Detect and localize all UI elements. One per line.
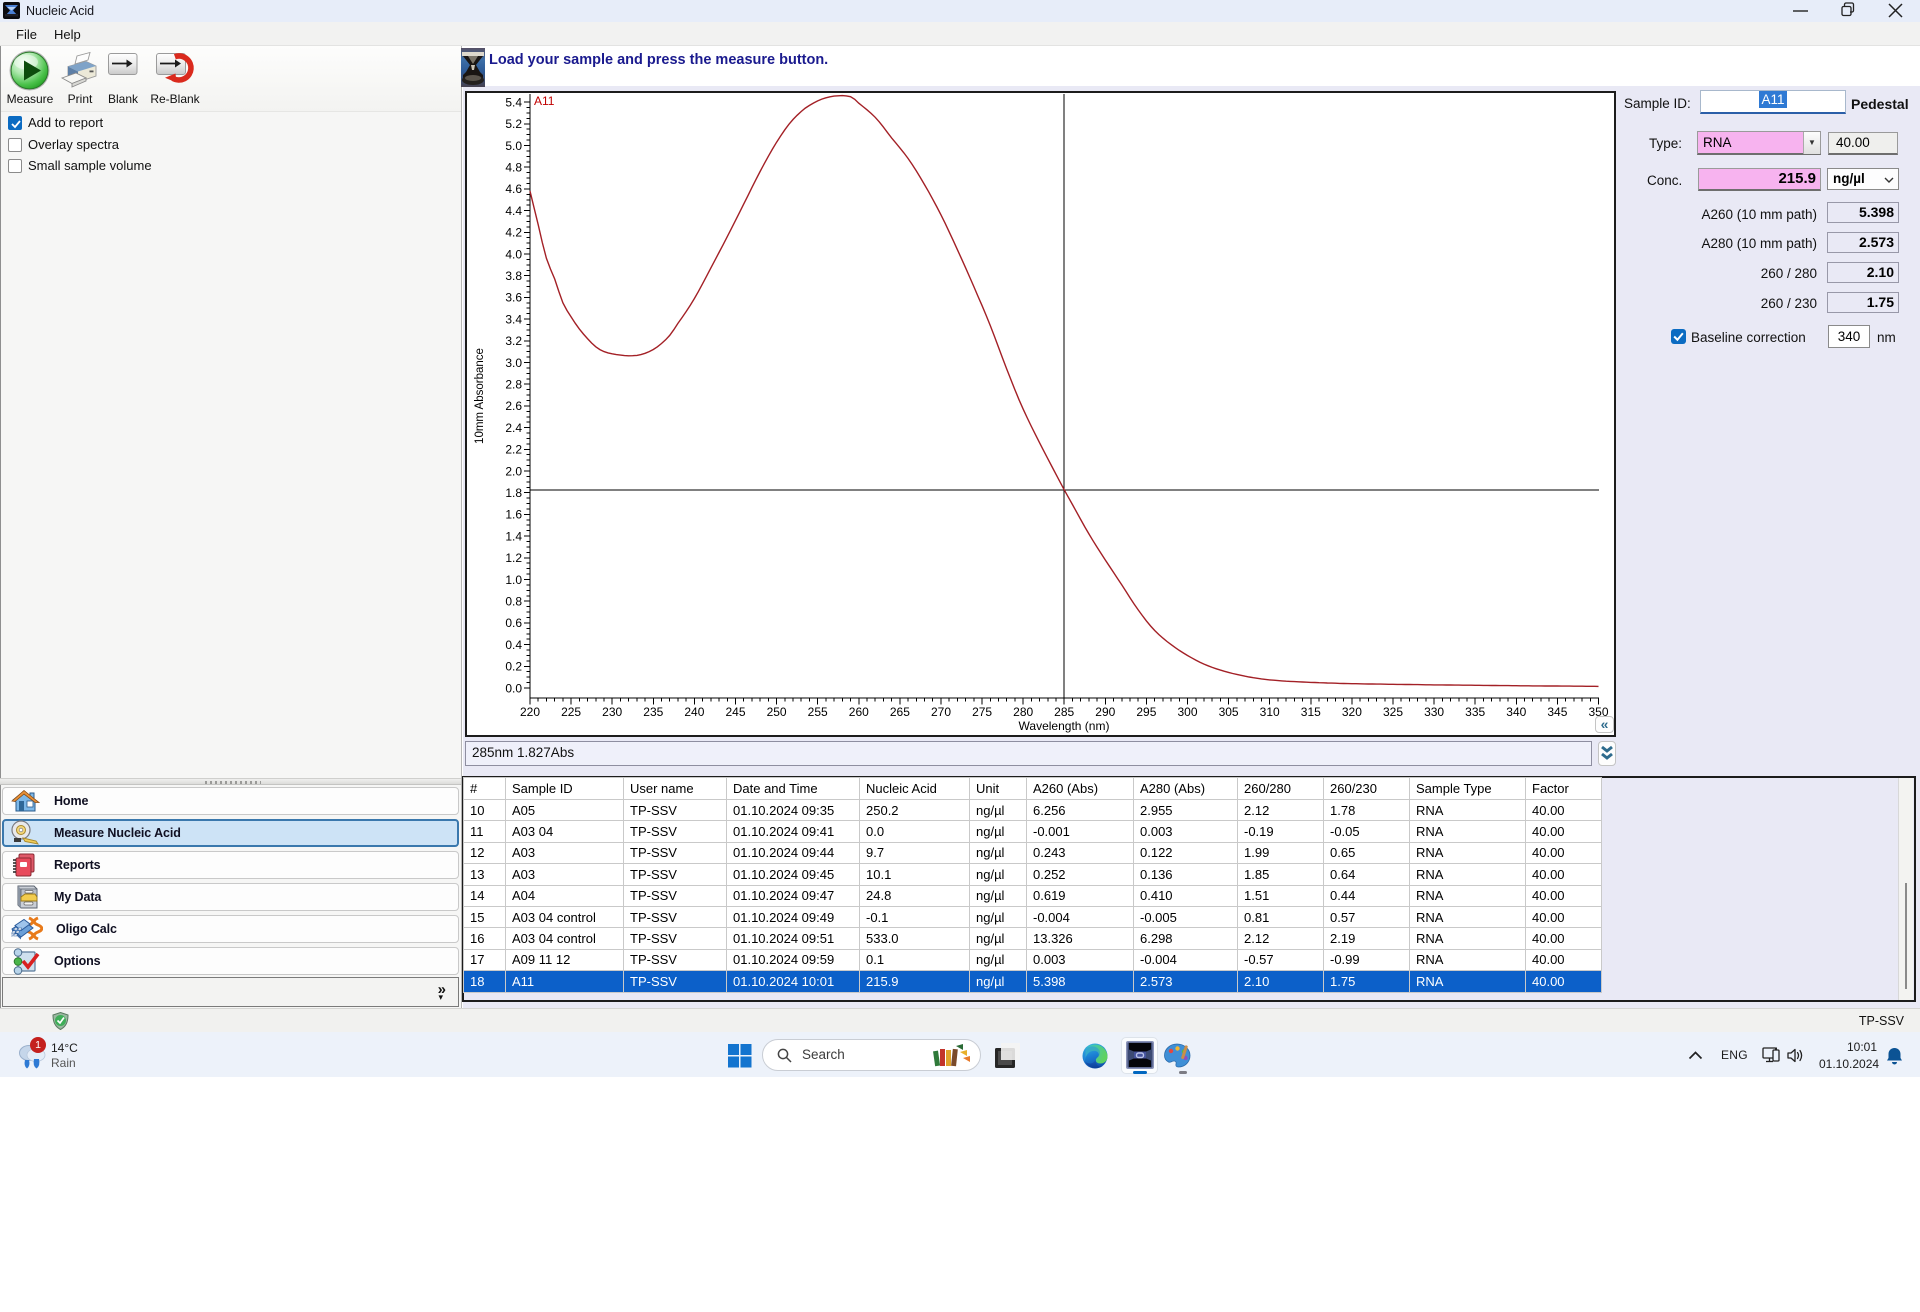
svg-text:310: 310	[1260, 705, 1280, 719]
svg-text:2.8: 2.8	[505, 378, 522, 392]
svg-text:Wavelength (nm): Wavelength (nm)	[1019, 719, 1110, 733]
svg-text:1.0: 1.0	[505, 573, 522, 587]
svg-text:4.6: 4.6	[505, 182, 522, 196]
svg-text:A11: A11	[534, 94, 555, 108]
svg-text:0.2: 0.2	[505, 660, 522, 674]
svg-text:275: 275	[972, 705, 992, 719]
svg-text:315: 315	[1301, 705, 1321, 719]
svg-text:4.0: 4.0	[505, 247, 522, 261]
svg-text:3.4: 3.4	[505, 312, 522, 326]
svg-text:2.2: 2.2	[505, 443, 522, 457]
svg-text:4.2: 4.2	[505, 226, 522, 240]
svg-text:3.8: 3.8	[505, 269, 522, 283]
svg-text:2.6: 2.6	[505, 399, 522, 413]
svg-text:225: 225	[561, 705, 581, 719]
svg-text:0.8: 0.8	[505, 595, 522, 609]
svg-text:295: 295	[1136, 705, 1156, 719]
svg-text:300: 300	[1177, 705, 1197, 719]
svg-text:260: 260	[849, 705, 869, 719]
svg-text:250: 250	[767, 705, 787, 719]
svg-text:2.0: 2.0	[505, 464, 522, 478]
svg-text:285: 285	[1054, 705, 1074, 719]
svg-text:265: 265	[890, 705, 910, 719]
svg-text:325: 325	[1383, 705, 1403, 719]
svg-text:255: 255	[808, 705, 828, 719]
svg-text:335: 335	[1465, 705, 1485, 719]
svg-text:1.4: 1.4	[505, 529, 522, 543]
svg-text:240: 240	[684, 705, 704, 719]
svg-text:5.0: 5.0	[505, 139, 522, 153]
svg-text:235: 235	[643, 705, 663, 719]
svg-text:3.6: 3.6	[505, 291, 522, 305]
svg-text:5.2: 5.2	[505, 117, 522, 131]
svg-text:280: 280	[1013, 705, 1033, 719]
svg-text:330: 330	[1424, 705, 1444, 719]
svg-text:1.6: 1.6	[505, 508, 522, 522]
svg-text:245: 245	[725, 705, 745, 719]
svg-text:270: 270	[931, 705, 951, 719]
svg-text:340: 340	[1506, 705, 1526, 719]
svg-text:0.0: 0.0	[505, 681, 522, 695]
svg-text:1.8: 1.8	[505, 486, 522, 500]
svg-text:0.4: 0.4	[505, 638, 522, 652]
svg-text:2.4: 2.4	[505, 421, 522, 435]
svg-text:3.0: 3.0	[505, 356, 522, 370]
svg-text:5.4: 5.4	[505, 95, 522, 109]
svg-text:1.2: 1.2	[505, 551, 522, 565]
svg-text:230: 230	[602, 705, 622, 719]
svg-text:290: 290	[1095, 705, 1115, 719]
svg-text:0.6: 0.6	[505, 616, 522, 630]
svg-text:305: 305	[1219, 705, 1239, 719]
svg-text:10mm Absorbance: 10mm Absorbance	[474, 348, 486, 444]
svg-text:4.4: 4.4	[505, 204, 522, 218]
svg-text:3.2: 3.2	[505, 334, 522, 348]
svg-text:345: 345	[1547, 705, 1567, 719]
svg-text:4.8: 4.8	[505, 161, 522, 175]
svg-text:220: 220	[520, 705, 540, 719]
svg-text:320: 320	[1342, 705, 1362, 719]
